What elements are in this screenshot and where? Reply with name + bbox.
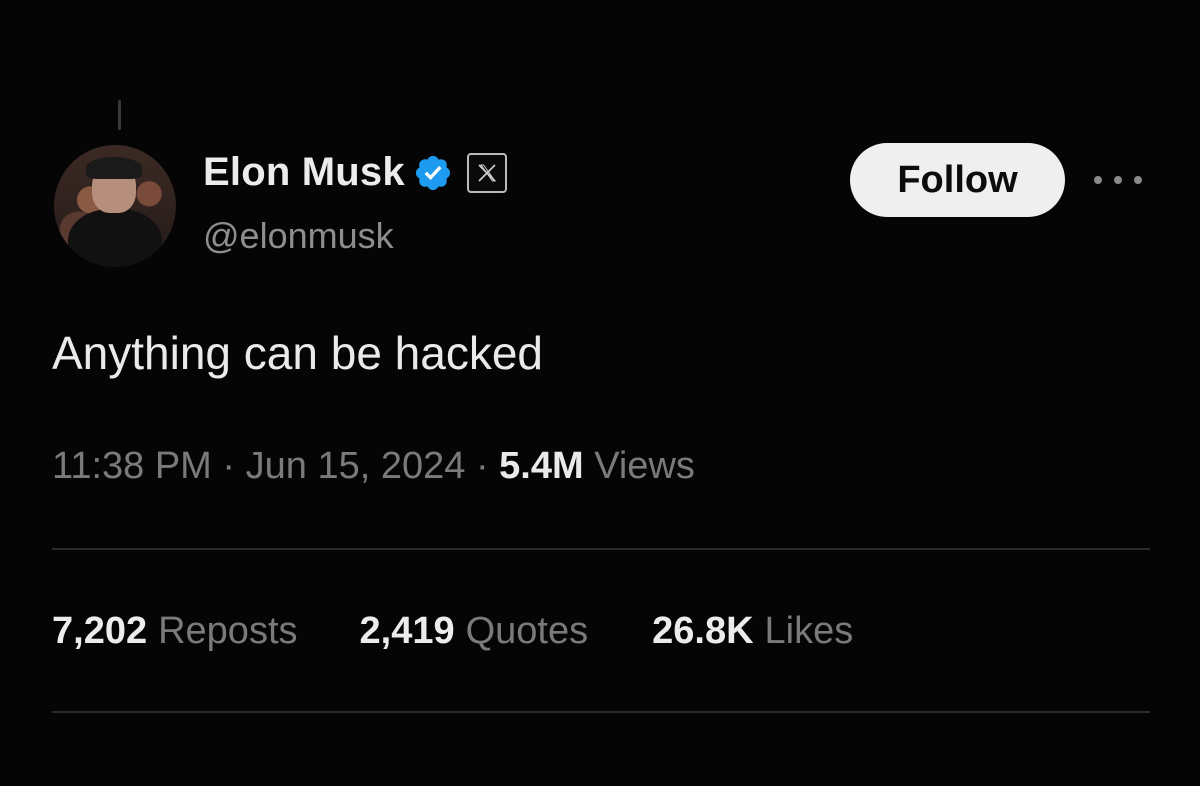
reposts-count: 7,202 <box>52 610 148 652</box>
more-horizontal-icon[interactable] <box>1094 172 1142 188</box>
likes-label: Likes <box>764 610 854 652</box>
tweet-date[interactable]: Jun 15, 2024 <box>246 445 466 487</box>
likes-count: 26.8K <box>652 610 754 652</box>
divider <box>52 711 1150 713</box>
quotes-stat[interactable]: 2,419 Quotes <box>360 610 589 653</box>
likes-stat[interactable]: 26.8K Likes <box>652 610 853 653</box>
author-display-name[interactable]: Elon Musk <box>203 150 405 195</box>
verified-badge-icon[interactable] <box>413 153 453 193</box>
reposts-label: Reposts <box>158 610 298 652</box>
views-count: 5.4M <box>499 445 595 487</box>
author-handle[interactable]: @elonmusk <box>203 215 394 257</box>
tweet-text: Anything can be hacked <box>52 327 544 379</box>
tweet-time[interactable]: 11:38 PM <box>52 445 212 487</box>
x-logo-icon[interactable] <box>466 152 507 193</box>
avatar[interactable] <box>54 145 176 267</box>
engagement-stats: 7,202 Reposts 2,419 Quotes 26.8K Likes <box>52 610 853 653</box>
author-name-row: Elon Musk <box>203 150 507 195</box>
quotes-label: Quotes <box>465 610 589 652</box>
meta-separator: · <box>222 445 246 487</box>
meta-separator: · <box>475 445 500 487</box>
views-label: Views <box>594 445 695 487</box>
tweet-card: Elon Musk @elonmusk Follow Anything can … <box>0 0 1200 786</box>
follow-button[interactable]: Follow <box>850 143 1065 217</box>
divider <box>52 548 1150 550</box>
tweet-meta: 11:38 PM · Jun 15, 2024 · 5.4M Views <box>52 445 695 488</box>
thread-connector-line <box>118 100 121 130</box>
quotes-count: 2,419 <box>359 610 455 652</box>
reposts-stat[interactable]: 7,202 Reposts <box>52 610 298 653</box>
